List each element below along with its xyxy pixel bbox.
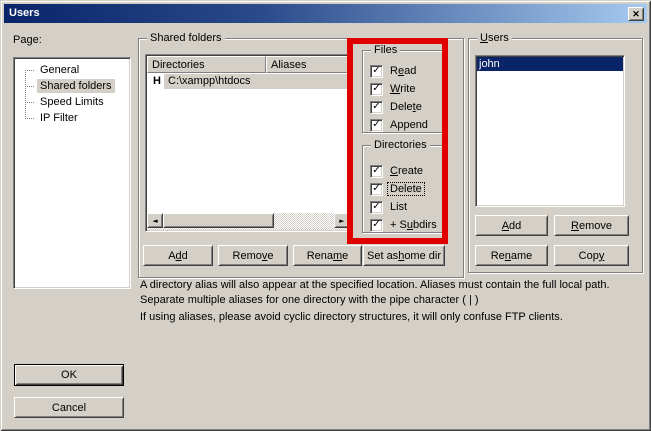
user-rename-button[interactable]: Rename: [475, 245, 548, 266]
tree-item-label[interactable]: Speed Limits: [37, 95, 107, 109]
scrollbar-thumb[interactable]: [163, 213, 274, 228]
user-list-item[interactable]: john: [477, 57, 623, 71]
write-checkbox-label: Write: [388, 83, 417, 95]
user-copy-button[interactable]: Copy: [554, 245, 629, 266]
checkbox-row-append[interactable]: Append: [370, 118, 430, 132]
horizontal-scrollbar[interactable]: ◄ ►: [147, 213, 350, 230]
append-checkbox-label: Append: [388, 119, 430, 131]
append-checkbox[interactable]: [370, 119, 383, 132]
scroll-left-button[interactable]: ◄: [147, 213, 163, 228]
tree-item-general[interactable]: General: [25, 62, 82, 78]
close-icon: ✕: [632, 9, 640, 20]
user-remove-button[interactable]: Remove: [554, 215, 629, 236]
checkbox-row-delete-dir[interactable]: Delete: [370, 182, 424, 196]
list-checkbox-label: List: [388, 201, 409, 213]
create-checkbox[interactable]: [370, 165, 383, 178]
directory-path[interactable]: C:\xampp\htdocs: [164, 74, 350, 89]
scroll-left-icon: ◄: [152, 217, 157, 225]
tree-item-speed-limits[interactable]: Speed Limits: [25, 94, 107, 110]
page-tree[interactable]: General Shared folders Speed Limits IP F…: [13, 57, 131, 289]
tree-item-shared-folders[interactable]: Shared folders: [25, 78, 115, 94]
users-listbox[interactable]: john: [475, 55, 625, 207]
users-group-label: Users: [477, 32, 512, 45]
column-header-directories[interactable]: Directories: [147, 56, 266, 73]
directory-row[interactable]: H C:\xampp\htdocs: [147, 73, 350, 89]
read-checkbox[interactable]: [370, 65, 383, 78]
user-add-button[interactable]: Add: [475, 215, 548, 236]
shared-rename-button[interactable]: Rename: [293, 245, 362, 266]
cancel-button[interactable]: Cancel: [14, 397, 124, 418]
page-label: Page:: [13, 34, 42, 46]
subdirs-checkbox[interactable]: [370, 219, 383, 232]
ok-button[interactable]: OK: [14, 364, 124, 386]
checkbox-row-read[interactable]: Read: [370, 64, 418, 78]
subdirs-checkbox-label: + Subdirs: [388, 219, 439, 231]
files-group-label: Files: [371, 44, 400, 57]
delete-file-checkbox-label: Delete: [388, 101, 424, 113]
scroll-right-icon: ►: [339, 217, 344, 225]
tree-item-label[interactable]: Shared folders: [37, 79, 115, 93]
checkbox-row-delete-file[interactable]: Delete: [370, 100, 424, 114]
delete-file-checkbox[interactable]: [370, 101, 383, 114]
checkbox-row-subdirs[interactable]: + Subdirs: [370, 218, 439, 232]
checkbox-row-create[interactable]: Create: [370, 164, 425, 178]
directories-group-label: Directories: [371, 139, 430, 152]
tree-item-ip-filter[interactable]: IP Filter: [25, 110, 81, 126]
tree-item-label[interactable]: IP Filter: [37, 111, 81, 125]
shared-remove-button[interactable]: Remove: [218, 245, 288, 266]
write-checkbox[interactable]: [370, 83, 383, 96]
column-header-aliases[interactable]: Aliases: [266, 56, 350, 73]
scroll-right-button[interactable]: ►: [334, 213, 350, 228]
window-title: Users: [9, 7, 40, 19]
cyclic-note-text: If using aliases, please avoid cyclic di…: [140, 310, 642, 325]
directories-listview[interactable]: Directories Aliases H C:\xampp\htdocs ◄ …: [145, 54, 352, 232]
shared-folders-group-label: Shared folders: [147, 32, 225, 45]
listview-header: Directories Aliases: [147, 56, 350, 73]
home-flag: H: [153, 75, 164, 87]
delete-dir-checkbox[interactable]: [370, 183, 383, 196]
create-checkbox-label: Create: [388, 165, 425, 177]
users-dialog: Users ✕ Page: General Shared folders Spe…: [0, 0, 651, 431]
files-permissions-group: Files Read Write Delete Append: [362, 50, 443, 133]
tree-item-label[interactable]: General: [37, 63, 82, 77]
title-bar[interactable]: Users: [4, 4, 647, 23]
read-checkbox-label: Read: [388, 65, 418, 77]
list-checkbox[interactable]: [370, 201, 383, 214]
alias-note-text: A directory alias will also appear at th…: [140, 278, 642, 308]
directories-permissions-group: Directories Create Delete List + Subdirs: [362, 145, 443, 233]
shared-add-button[interactable]: Add: [143, 245, 213, 266]
checkbox-row-write[interactable]: Write: [370, 82, 417, 96]
set-as-home-dir-button[interactable]: Set as home dir: [363, 245, 445, 266]
close-button[interactable]: ✕: [628, 7, 644, 21]
delete-dir-checkbox-label: Delete: [388, 183, 424, 195]
checkbox-row-list[interactable]: List: [370, 200, 409, 214]
